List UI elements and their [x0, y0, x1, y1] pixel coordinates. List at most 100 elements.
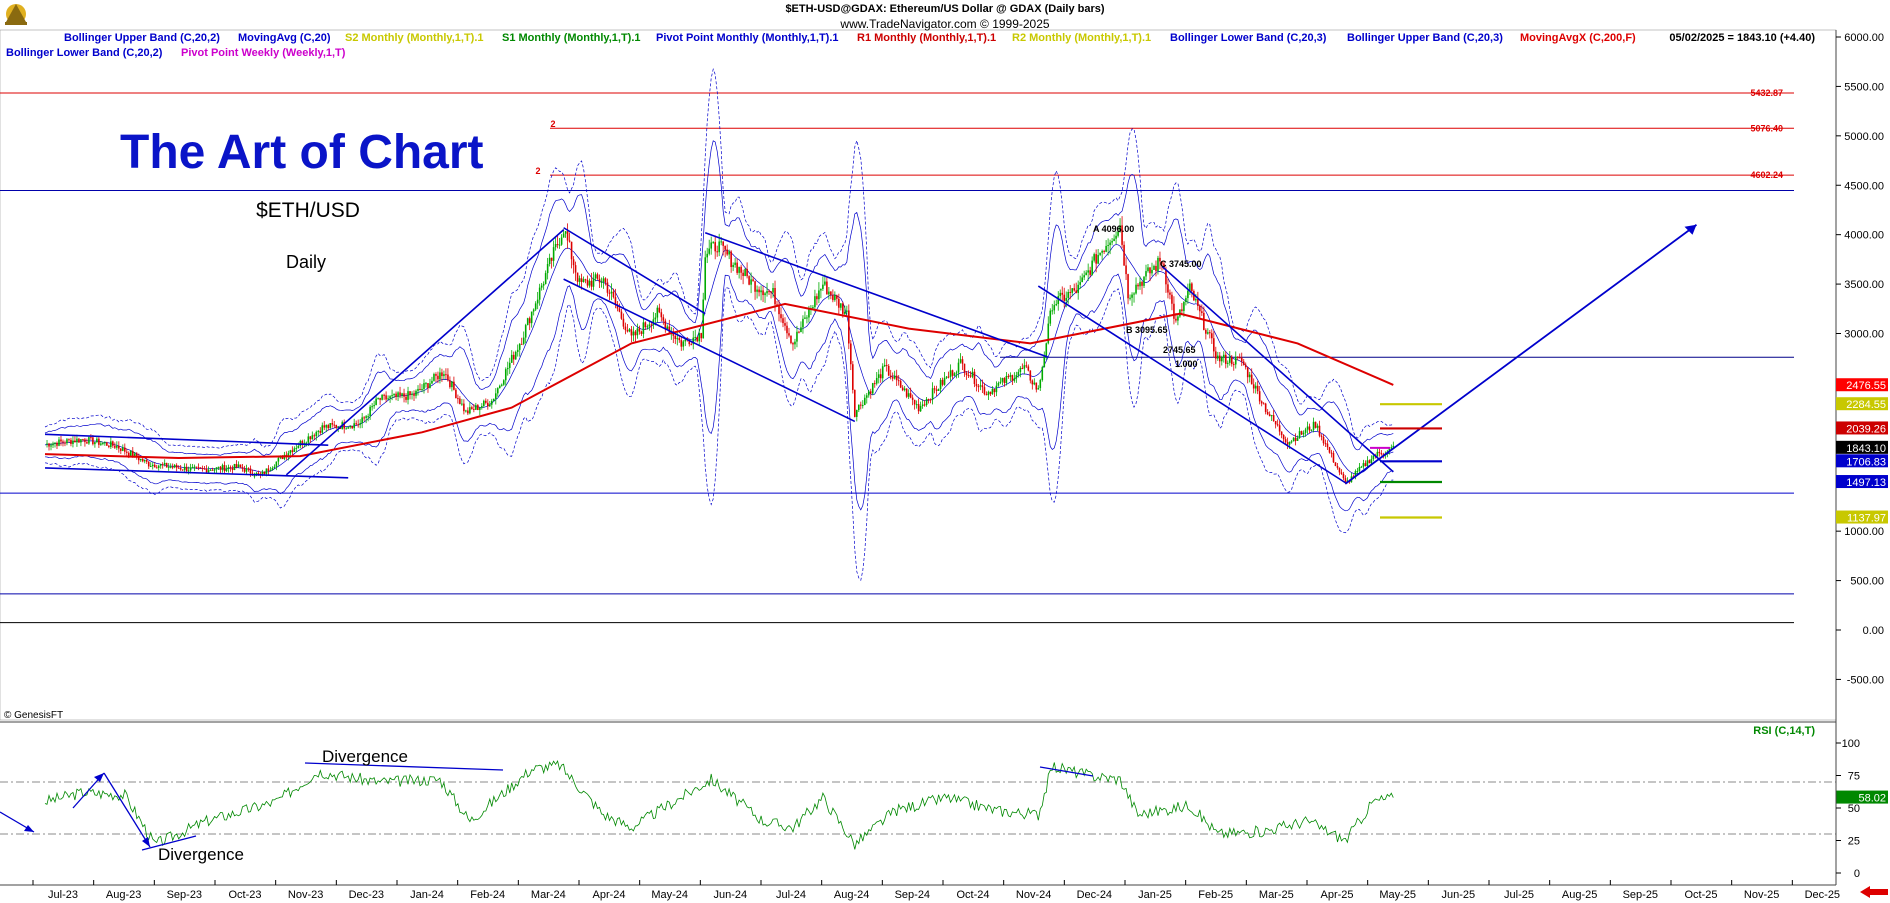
price-candle-body	[393, 393, 395, 396]
price-candle-body	[1300, 431, 1303, 435]
price-candle-body	[1282, 434, 1285, 440]
price-candle-body	[197, 467, 200, 469]
legend-item: Pivot Point Monthly (Monthly,1,T).1	[656, 32, 839, 44]
rsi-tick-label: 0	[1854, 868, 1860, 880]
price-candle-body	[1009, 375, 1012, 377]
price-candle-body	[746, 268, 748, 277]
price-candle-body	[1201, 311, 1203, 313]
price-candle-body	[1115, 235, 1117, 239]
price-candle-body	[1069, 291, 1072, 293]
price-candle-body	[989, 391, 992, 395]
price-candle-body	[1320, 435, 1323, 437]
price-candle-body	[147, 461, 150, 467]
y-tick-label: 5500.00	[1844, 81, 1884, 93]
price-candle-body	[674, 335, 677, 339]
price-candle-body	[1308, 426, 1311, 431]
price-candle-body	[1043, 356, 1046, 368]
price-candle-body	[1027, 366, 1030, 371]
price-candle-body	[229, 467, 232, 469]
price-candle-body	[508, 362, 511, 368]
price-candle-body	[520, 343, 523, 345]
price-candle-body	[1296, 437, 1299, 441]
x-tick-label: Mar-24	[531, 889, 566, 901]
price-candle-body	[506, 367, 509, 370]
price-candle-body	[1280, 431, 1283, 435]
price-candle-body	[231, 467, 234, 471]
price-candle-body	[145, 459, 148, 462]
price-candle-body	[584, 279, 587, 281]
price-candle-body	[790, 335, 792, 344]
price-candle-body	[275, 461, 278, 467]
price-candle-body	[305, 442, 308, 444]
price-candle-body	[973, 371, 976, 384]
price-candle-body	[399, 392, 401, 396]
price-candle-body	[1025, 365, 1028, 367]
price-candle-body	[1260, 401, 1263, 404]
price-candle-body	[943, 377, 946, 385]
price-candle-body	[327, 425, 330, 429]
price-candle-body	[524, 325, 527, 338]
legend-item: MovingAvg (C,20)	[238, 32, 331, 44]
price-candle-body	[151, 464, 154, 467]
price-candle-body	[850, 343, 852, 365]
price-candle-body	[586, 279, 589, 286]
price-candle-body	[243, 468, 246, 472]
price-candle-body	[1246, 367, 1249, 378]
x-tick-label: Feb-24	[470, 889, 505, 901]
price-candle-body	[949, 370, 952, 377]
price-candle-body	[604, 278, 607, 283]
price-candle-body	[367, 416, 369, 418]
price-candle-body	[566, 231, 569, 241]
price-candle-body	[469, 407, 471, 414]
price-candle-body	[1075, 290, 1077, 293]
price-candle-body	[223, 465, 226, 472]
price-candle-body	[935, 389, 938, 391]
price-candle-body	[171, 466, 174, 468]
price-candle-body	[971, 371, 974, 377]
price-tag-label: 2476.55	[1846, 380, 1886, 392]
price-candle-body	[893, 375, 896, 379]
price-candle-body	[447, 374, 449, 381]
divergence-label-upper: Divergence	[322, 747, 408, 766]
price-candle-body	[1256, 385, 1259, 392]
price-candle-body	[88, 437, 90, 444]
price-candle-body	[213, 469, 216, 471]
price-candle-body	[321, 425, 324, 433]
price-candle-body	[941, 379, 944, 385]
price-candle-body	[656, 307, 659, 318]
price-candle-body	[606, 282, 609, 293]
price-candle-body	[1364, 463, 1367, 467]
price-candle-body	[1087, 270, 1089, 273]
price-candle-body	[347, 427, 349, 429]
price-candle-body	[530, 311, 533, 324]
price-candle-body	[961, 359, 964, 364]
price-candle-body	[1330, 452, 1333, 454]
x-tick-label: May-25	[1379, 889, 1416, 901]
price-candle-body	[724, 245, 726, 250]
price-candle-body	[1340, 472, 1343, 474]
price-candle-body	[1328, 447, 1331, 453]
x-tick-label: Jan-24	[410, 889, 444, 901]
price-candle-body	[848, 310, 850, 344]
price-candle-body	[1051, 310, 1054, 312]
price-candle-body	[219, 466, 222, 470]
price-candle-body	[548, 257, 551, 265]
price-candle-body	[778, 305, 780, 315]
resistance-label: 4602.24	[1750, 170, 1783, 180]
price-candle-body	[1306, 426, 1309, 430]
price-candle-body	[175, 464, 178, 468]
price-candle-body	[217, 466, 220, 468]
price-candle-body	[917, 404, 920, 412]
price-candle-body	[1276, 424, 1279, 426]
price-candle-body	[736, 262, 738, 273]
price-candle-body	[578, 278, 581, 282]
price-candle-body	[427, 383, 429, 389]
price-candle-body	[662, 317, 665, 321]
price-candle-body	[1183, 302, 1185, 311]
price-candle-body	[241, 467, 244, 469]
price-candle-body	[189, 467, 192, 471]
price-candle-body	[124, 447, 126, 452]
price-candle-body	[838, 298, 840, 308]
price-candle-body	[598, 278, 601, 283]
price-candle-body	[1125, 265, 1127, 275]
